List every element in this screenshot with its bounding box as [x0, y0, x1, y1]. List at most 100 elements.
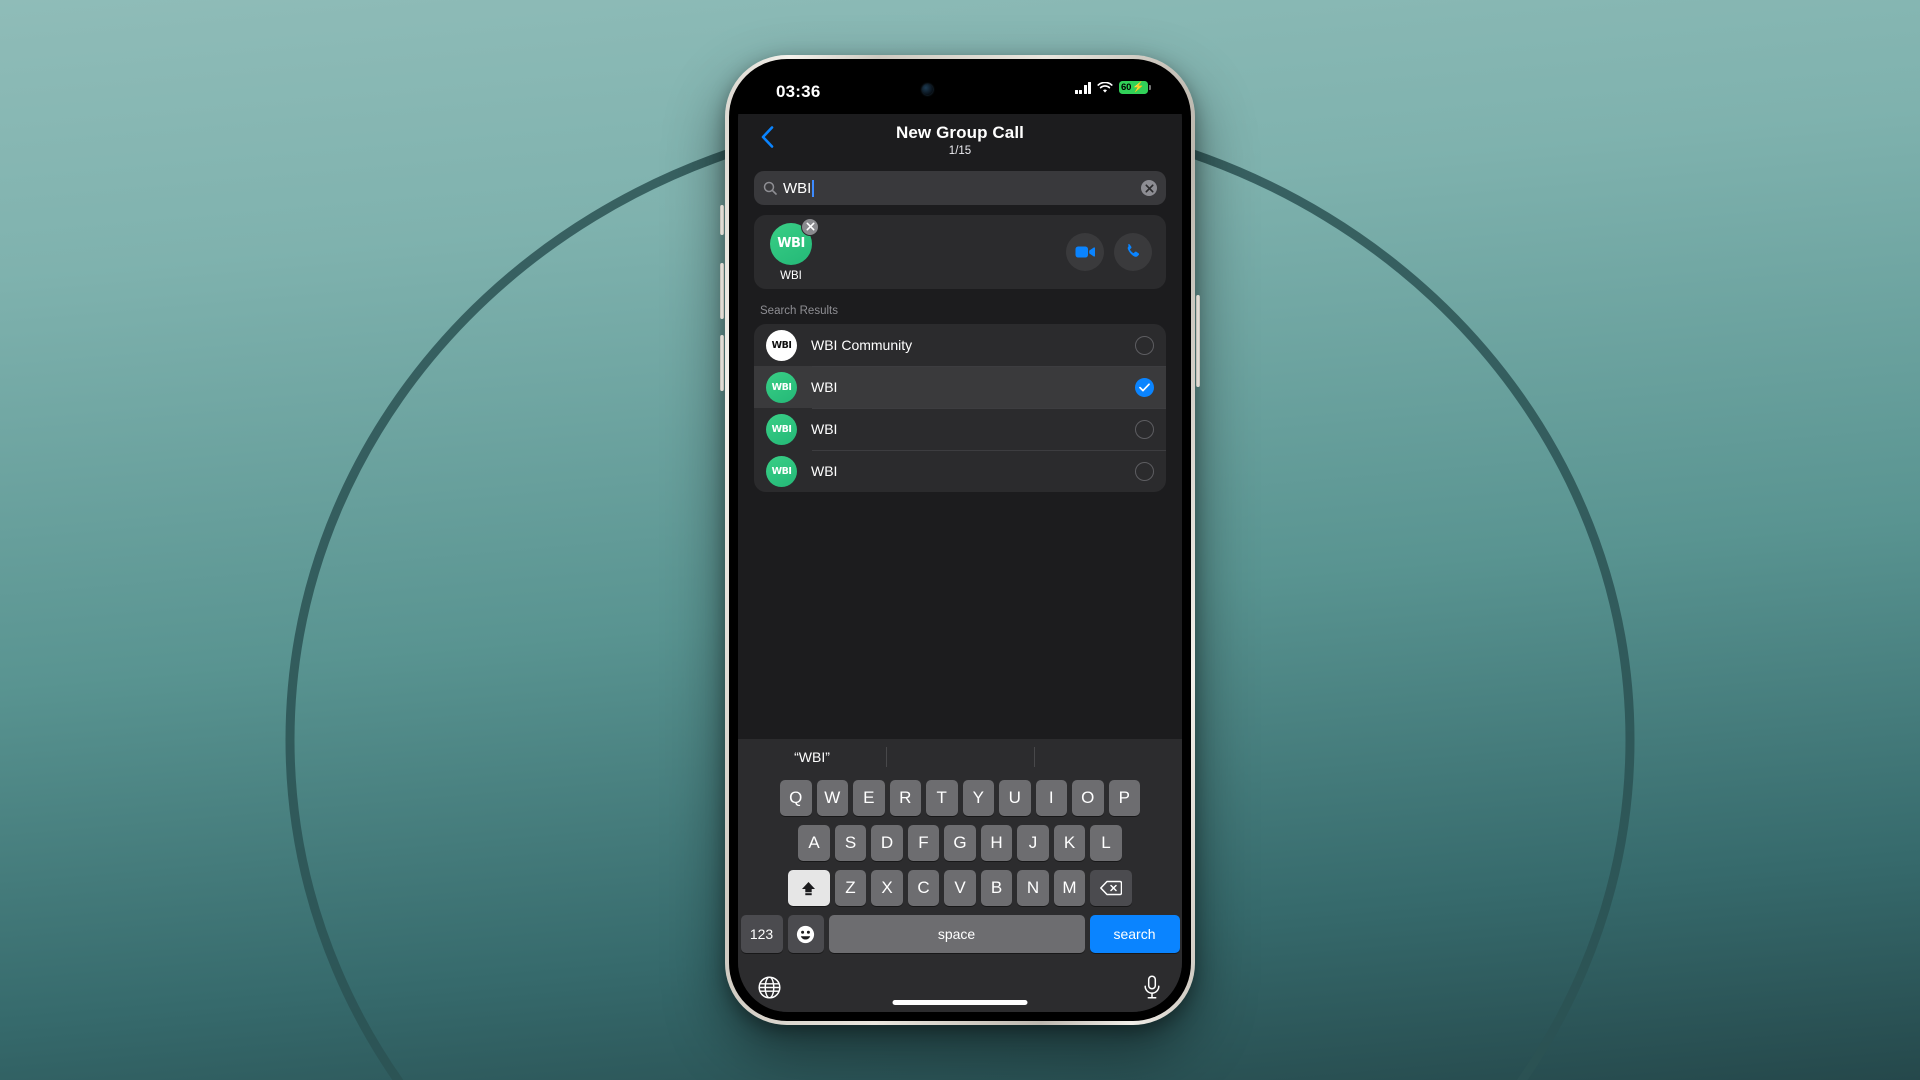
keyboard-bottom-bar [738, 962, 1182, 1012]
search-bar-container: WBI [738, 165, 1182, 213]
status-time: 03:36 [776, 82, 821, 101]
close-icon [806, 222, 814, 231]
search-input-value: WBI [783, 179, 815, 197]
globe-icon [758, 975, 781, 999]
search-input[interactable]: WBI [754, 171, 1166, 205]
search-icon [763, 181, 777, 195]
suggestion-divider [885, 747, 887, 767]
microphone-icon [1144, 974, 1160, 999]
contact-name: WBI Community [811, 337, 913, 353]
volume-up-button[interactable] [720, 263, 724, 319]
keyboard-row-4: 123 space search [740, 915, 1180, 953]
contact-name: WBI [811, 379, 838, 395]
table-row[interactable]: WBI WBI Community [754, 324, 1166, 366]
key-D[interactable]: D [871, 825, 903, 861]
selection-checkbox[interactable] [1135, 461, 1154, 481]
avatar-initials: WBI [777, 236, 805, 251]
suggestion-1[interactable]: “WBI” [738, 749, 886, 765]
on-screen-keyboard: “WBI” QWERTYUIOP ASDFGHJKL Z X C V B N M… [738, 739, 1182, 1012]
contact-name: WBI [811, 463, 838, 479]
key-S[interactable]: S [834, 825, 867, 861]
key-X[interactable]: X [871, 870, 903, 906]
navigation-bar: New Group Call 1/15 [738, 114, 1182, 165]
home-indicator [892, 1000, 1028, 1005]
avatar-initials: WBI [771, 339, 792, 351]
key-P[interactable]: P [1108, 780, 1140, 816]
keyboard-row-3: ZXCVBNM [741, 870, 1180, 906]
selected-participant-chip[interactable]: WBI WBI [764, 217, 819, 282]
participant-count: 1/15 [948, 145, 972, 157]
key-N[interactable]: N [1017, 870, 1049, 906]
backspace-icon [1100, 880, 1123, 896]
key-C[interactable]: C [907, 870, 940, 906]
globe-key[interactable] [758, 975, 781, 999]
power-button[interactable] [1196, 295, 1200, 387]
table-row[interactable]: WBI WBI [754, 408, 1166, 450]
search-key[interactable]: search [1089, 915, 1180, 953]
shift-key[interactable] [787, 870, 830, 906]
search-text: WBI [783, 179, 812, 197]
status-bar: 03:36 60 ⚡ [738, 68, 1182, 114]
key-U[interactable]: U [999, 780, 1031, 816]
avatar: WBI [766, 329, 797, 361]
key-B[interactable]: B [980, 870, 1013, 906]
key-T[interactable]: T [926, 780, 958, 816]
dictation-key[interactable] [1142, 974, 1162, 1000]
phone-device-frame: 03:36 60 ⚡ New Group Call 1/15 WBI WBI W… [720, 55, 1200, 1025]
back-button[interactable] [752, 122, 782, 152]
avatar-initials: WBI [771, 423, 792, 435]
battery-level: 60 [1121, 82, 1132, 93]
search-results-header: Search Results [760, 305, 838, 317]
keyboard-suggestion-bar: “WBI” [738, 739, 1182, 775]
suggestion-divider [1033, 747, 1035, 767]
remove-participant-button[interactable] [801, 217, 819, 236]
key-J[interactable]: J [1017, 825, 1049, 861]
page-title: New Group Call [896, 123, 1024, 142]
key-M[interactable]: M [1053, 870, 1086, 906]
content-spacer [738, 492, 1182, 739]
volume-down-button[interactable] [720, 335, 724, 391]
space-key[interactable]: space [828, 915, 1085, 953]
keyboard-row-2: ASDFGHJKL [741, 825, 1180, 861]
key-R[interactable]: R [889, 780, 921, 816]
keyboard-keys: QWERTYUIOP ASDFGHJKL ZXCVBNM 123 space s… [738, 775, 1182, 953]
key-K[interactable]: K [1053, 825, 1086, 861]
audio-call-button[interactable] [1114, 233, 1152, 271]
backspace-key[interactable] [1090, 870, 1133, 906]
text-caret [812, 179, 815, 197]
mute-switch-button[interactable] [720, 205, 724, 235]
key-L[interactable]: L [1090, 825, 1122, 861]
clear-search-button[interactable] [1141, 180, 1157, 196]
video-call-button[interactable] [1066, 233, 1104, 271]
key-E[interactable]: E [853, 780, 885, 816]
key-O[interactable]: O [1072, 780, 1104, 816]
battery-indicator: 60 ⚡ [1119, 81, 1151, 94]
key-F[interactable]: F [907, 825, 940, 861]
key-Y[interactable]: Y [962, 780, 994, 816]
selection-checkbox[interactable] [1135, 335, 1154, 355]
key-H[interactable]: H [980, 825, 1013, 861]
table-row[interactable]: WBI WBI [754, 450, 1166, 492]
selection-checkbox[interactable] [1135, 419, 1154, 439]
key-Z[interactable]: Z [834, 870, 867, 906]
key-G[interactable]: G [944, 825, 976, 861]
wifi-icon [1097, 81, 1113, 93]
phone-screen: 03:36 60 ⚡ New Group Call 1/15 WBI WBI W… [738, 68, 1182, 1012]
call-actions [1066, 233, 1152, 271]
table-row[interactable]: WBI WBI [754, 366, 1166, 408]
numbers-key[interactable]: 123 [740, 915, 783, 953]
phone-bezel: 03:36 60 ⚡ New Group Call 1/15 WBI WBI W… [729, 59, 1191, 1021]
key-Q[interactable]: Q [780, 780, 812, 816]
key-A[interactable]: A [798, 825, 830, 861]
key-W[interactable]: W [816, 780, 848, 816]
key-I[interactable]: I [1035, 780, 1067, 816]
selection-checkbox-checked[interactable] [1135, 377, 1154, 397]
video-camera-icon [1075, 246, 1095, 258]
contact-name: WBI [811, 421, 838, 437]
search-results-list: WBI WBI Community WBI WBI WBI WBI WBI WBI [754, 324, 1166, 492]
emoji-key[interactable] [787, 915, 824, 953]
selected-participants-card: WBI WBI [754, 215, 1166, 289]
avatar-initials: WBI [771, 465, 792, 477]
key-V[interactable]: V [944, 870, 976, 906]
cellular-bars-icon [1074, 81, 1091, 94]
